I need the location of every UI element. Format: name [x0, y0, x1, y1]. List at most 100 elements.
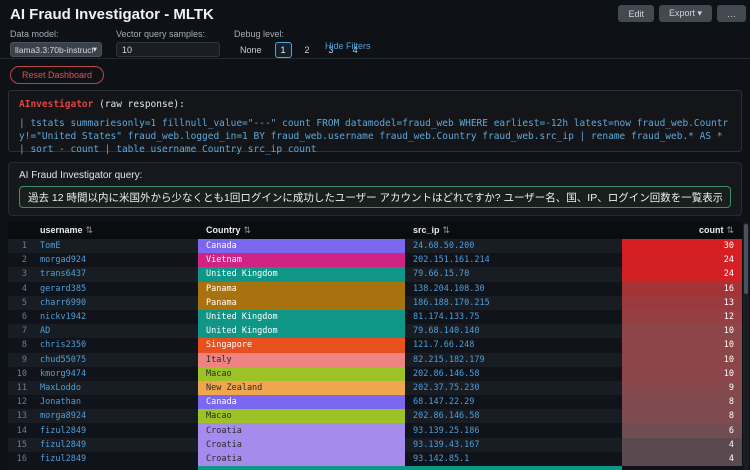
- vector-samples-input[interactable]: [116, 42, 220, 57]
- country-cell[interactable]: Canada: [198, 239, 405, 253]
- table-row[interactable]: 4 gerard385 Panama 138.204.108.30 16: [8, 282, 742, 296]
- table-row[interactable]: 10 kmorg9474 Macao 202.86.146.58 10: [8, 367, 742, 381]
- country-cell[interactable]: Vietnam: [198, 253, 405, 267]
- edit-button[interactable]: Edit: [618, 5, 654, 22]
- count-cell[interactable]: 10: [622, 324, 742, 338]
- count-cell[interactable]: 4: [622, 438, 742, 452]
- export-button[interactable]: Export ▾: [659, 5, 712, 22]
- table-row[interactable]: 9 chud55075 Italy 82.215.182.179 10: [8, 353, 742, 367]
- table-row[interactable]: 7 AD United Kingdom 79.68.140.140 10: [8, 324, 742, 338]
- country-cell[interactable]: Macao: [198, 367, 405, 381]
- country-cell[interactable]: Croatia: [198, 423, 405, 437]
- table-row[interactable]: 5 charr6990 Panama 186.188.170.215 13: [8, 296, 742, 310]
- count-cell[interactable]: 12: [622, 310, 742, 324]
- country-cell[interactable]: Italy: [198, 353, 405, 367]
- src-ip-cell[interactable]: 24.68.50.200: [405, 239, 622, 253]
- table-row[interactable]: 8 chris2350 Singapore 121.7.66.248 10: [8, 338, 742, 352]
- count-cell[interactable]: 30: [622, 239, 742, 253]
- hide-filters-link[interactable]: Hide Filters: [325, 41, 371, 51]
- username-cell[interactable]: chud55075: [32, 353, 198, 367]
- src-ip-cell[interactable]: 79.66.15.70: [405, 267, 622, 281]
- country-cell[interactable]: United Kingdom: [198, 310, 405, 324]
- username-cell[interactable]: fizul2849: [32, 452, 198, 466]
- username-cell[interactable]: morgad924: [32, 253, 198, 267]
- count-cell[interactable]: 24: [622, 267, 742, 281]
- username-cell[interactable]: charr6990: [32, 296, 198, 310]
- count-cell[interactable]: 24: [622, 253, 742, 267]
- src-ip-cell[interactable]: 202.151.161.214: [405, 253, 622, 267]
- table-row[interactable]: 13 morga8924 Macao 202.86.146.58 8: [8, 409, 742, 423]
- username-cell[interactable]: fizul2849: [32, 423, 198, 437]
- count-cell[interactable]: 10: [622, 367, 742, 381]
- username-cell[interactable]: kmorg9474: [32, 367, 198, 381]
- username-cell[interactable]: fizul2849: [32, 438, 198, 452]
- ai-query-input[interactable]: [19, 186, 731, 208]
- username-cell[interactable]: nickv1942: [32, 310, 198, 324]
- table-row[interactable]: 12 Jonathan Canada 68.147.22.29 8: [8, 395, 742, 409]
- src-ip-cell[interactable]: 79.68.140.140: [405, 324, 622, 338]
- table-row[interactable]: 2 morgad924 Vietnam 202.151.161.214 24: [8, 253, 742, 267]
- username-cell[interactable]: MaxLoddo: [32, 381, 198, 395]
- count-column-header[interactable]: count⇅: [622, 225, 742, 236]
- reset-dashboard-button[interactable]: Reset Dashboard: [10, 66, 104, 84]
- table-row[interactable]: 3 trans6437 United Kingdom 79.66.15.70 2…: [8, 267, 742, 281]
- src-ip-cell[interactable]: 202.86.146.58: [405, 409, 622, 423]
- raw-response-query: | tstats summariesonly=1 fillnull_value=…: [19, 118, 731, 156]
- debug-option-2[interactable]: 2: [299, 42, 316, 58]
- src-ip-cell[interactable]: 93.142.85.1: [405, 452, 622, 466]
- count-cell[interactable]: 10: [622, 353, 742, 367]
- count-cell[interactable]: 16: [622, 282, 742, 296]
- more-options-button[interactable]: …: [717, 5, 746, 22]
- country-cell[interactable]: New Zealand: [198, 381, 405, 395]
- table-row[interactable]: 1 TomE Canada 24.68.50.200 30: [8, 239, 742, 253]
- country-cell[interactable]: Macao: [198, 409, 405, 423]
- data-model-dropdown[interactable]: llama3.3:70b-instruct-q4… ▾: [10, 42, 102, 57]
- src-ip-cell[interactable]: 93.139.25.186: [405, 423, 622, 437]
- src-ip-cell[interactable]: 202.86.146.58: [405, 367, 622, 381]
- username-cell[interactable]: gerard385: [32, 282, 198, 296]
- table-row[interactable]: 6 nickv1942 United Kingdom 81.174.133.75…: [8, 310, 742, 324]
- username-column-header[interactable]: username⇅: [32, 225, 198, 236]
- count-cell[interactable]: 4: [622, 452, 742, 466]
- country-cell[interactable]: United Kingdom: [198, 267, 405, 281]
- country-cell[interactable]: Panama: [198, 296, 405, 310]
- table-row[interactable]: 11 MaxLoddo New Zealand 202.37.75.230 9: [8, 381, 742, 395]
- src-ip-cell[interactable]: 81.174.133.75: [405, 310, 622, 324]
- src-ip-cell[interactable]: 202.37.75.230: [405, 381, 622, 395]
- count-cell[interactable]: 9: [622, 381, 742, 395]
- country-cell[interactable]: Croatia: [198, 452, 405, 466]
- table-scrollbar[interactable]: [743, 222, 749, 470]
- count-cell[interactable]: 10: [622, 338, 742, 352]
- country-cell[interactable]: Canada: [198, 395, 405, 409]
- count-cell[interactable]: 8: [622, 409, 742, 423]
- src-ip-column-header[interactable]: src_ip⇅: [405, 225, 622, 236]
- src-ip-cell[interactable]: 121.7.66.248: [405, 338, 622, 352]
- src-ip-cell[interactable]: 82.215.182.179: [405, 353, 622, 367]
- table-row[interactable]: 15 fizul2849 Croatia 93.139.43.167 4: [8, 438, 742, 452]
- username-cell[interactable]: AD: [32, 324, 198, 338]
- count-cell[interactable]: 8: [622, 395, 742, 409]
- country-column-header[interactable]: Country⇅: [198, 225, 405, 236]
- country-cell[interactable]: Singapore: [198, 338, 405, 352]
- username-cell[interactable]: chris2350: [32, 338, 198, 352]
- username-cell[interactable]: morga8924: [32, 409, 198, 423]
- debug-option-none[interactable]: None: [234, 42, 268, 58]
- country-cell[interactable]: Croatia: [198, 438, 405, 452]
- table-scrollbar-thumb[interactable]: [744, 224, 748, 294]
- debug-option-1[interactable]: 1: [275, 42, 292, 58]
- username-cell[interactable]: trans6437: [32, 267, 198, 281]
- username-cell[interactable]: Jonathan: [32, 395, 198, 409]
- src-ip-cell[interactable]: 93.139.43.167: [405, 438, 622, 452]
- table-row[interactable]: 14 fizul2849 Croatia 93.139.25.186 6: [8, 423, 742, 437]
- username-cell[interactable]: TomE: [32, 239, 198, 253]
- count-cell[interactable]: 13: [622, 296, 742, 310]
- country-cell[interactable]: Panama: [198, 282, 405, 296]
- src-ip-cell[interactable]: 68.147.22.29: [405, 395, 622, 409]
- src-ip-cell[interactable]: 138.204.108.30: [405, 282, 622, 296]
- ai-query-panel: AI Fraud Investigator query:: [8, 162, 742, 216]
- count-cell[interactable]: 6: [622, 423, 742, 437]
- row-number-cell: 6: [8, 310, 32, 324]
- table-row[interactable]: 16 fizul2849 Croatia 93.142.85.1 4: [8, 452, 742, 466]
- src-ip-cell[interactable]: 186.188.170.215: [405, 296, 622, 310]
- country-cell[interactable]: United Kingdom: [198, 324, 405, 338]
